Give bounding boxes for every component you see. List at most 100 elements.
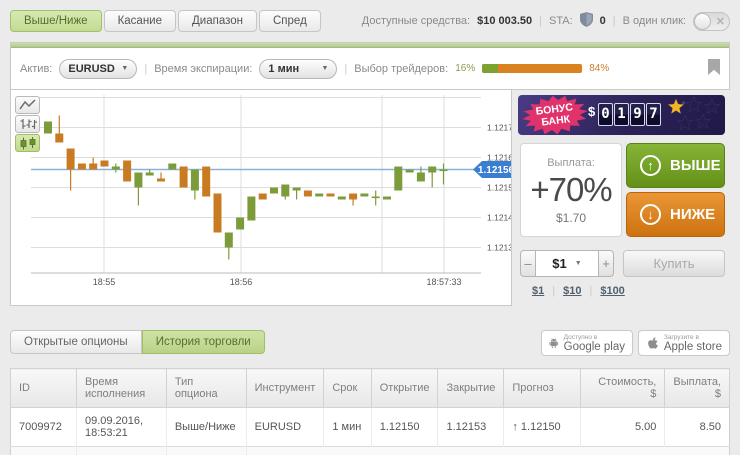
candlestick-chart: 18:5518:5618:57:331.121701.121601.121501… (31, 95, 518, 287)
column-header: Инструмент (245, 368, 325, 408)
candlestick (145, 172, 154, 176)
candlestick (123, 160, 132, 182)
chart-type-bars-button[interactable] (15, 115, 40, 133)
quick-amount-100[interactable]: $100 (600, 285, 624, 297)
trade-column: БОНУС БАНК $ 0197 Выплата: +70% $1.70 ↑ … (518, 90, 727, 310)
time-axis-label: 18:56 (230, 277, 253, 287)
table-cell: 14975550 (10, 446, 77, 455)
table-cell: 09.09.2016, 18:38:23 (76, 446, 167, 455)
candlestick (292, 187, 301, 191)
candlestick (157, 178, 165, 182)
candlestick (383, 196, 391, 200)
bonus-counter: 0197 (598, 103, 661, 126)
asset-value: EURUSD (68, 62, 115, 75)
asset-select[interactable]: EURUSD ▼ (59, 58, 138, 79)
chart-type-candles-button[interactable] (15, 134, 40, 152)
expiry-label: Время экспирации: (154, 62, 253, 75)
candlestick (247, 196, 256, 221)
traders-low-pct: 16% (455, 63, 476, 74)
traders-choice-label: Выбор трейдеров: (354, 62, 449, 75)
divider: | (612, 15, 616, 27)
column-header: Выплата, $ (664, 368, 730, 408)
lower-button-label: НИЖЕ (670, 206, 716, 223)
price-axis-label: 1.12140 (487, 213, 511, 223)
bonus-bank-banner[interactable]: БОНУС БАНК $ 0197 (518, 95, 725, 135)
time-axis-label: 18:55 (93, 277, 116, 287)
candlestick (202, 166, 211, 197)
candlestick (55, 133, 64, 143)
candlestick (281, 184, 290, 197)
table-row: 1497555009.09.2016, 18:38:23Пополнение 10… (10, 446, 730, 455)
candlestick (439, 169, 448, 172)
google-play-button[interactable]: Доступно в Google play (541, 330, 633, 356)
chart-type-line-button[interactable] (15, 96, 40, 114)
table-cell: Выше/Ниже (166, 407, 247, 447)
candlestick (89, 163, 98, 170)
toolbar-panel: Актив: EURUSD ▼ | Время экспирации: 1 ми… (10, 42, 730, 90)
lower-button[interactable]: ↓ НИЖЕ (626, 192, 725, 237)
toolbar-row: Актив: EURUSD ▼ | Время экспирации: 1 ми… (11, 48, 729, 89)
table-cell: 8.50 (664, 407, 730, 447)
bookmark-icon[interactable] (708, 59, 720, 78)
table-cell: Пополнение (166, 446, 247, 455)
candlestick-chart-icon (20, 136, 35, 149)
history-tabs-row: Открытые опционы История торговли Доступ… (10, 330, 730, 358)
divider: | (552, 285, 556, 297)
quick-amount-1[interactable]: $1 (532, 285, 544, 297)
amount-select[interactable]: $1 ▼ (536, 250, 598, 277)
top-bar: Выше/Ниже Касание Диапазон Спред Доступн… (0, 0, 740, 42)
one-click-toggle[interactable]: ✕ (693, 11, 730, 31)
amount-increase-button[interactable]: + (598, 250, 614, 277)
buy-button[interactable]: Купить (623, 250, 725, 277)
table-cell: 10 000.00 (664, 446, 730, 455)
candlestick (371, 196, 380, 199)
divider: | (144, 62, 148, 75)
table-cell (371, 446, 438, 455)
traders-bar-low-segment (482, 64, 499, 73)
higher-button-label: ВЫШЕ (670, 157, 721, 174)
expiry-select[interactable]: 1 мин ▼ (259, 58, 338, 79)
bonus-burst-icon: БОНУС БАНК (522, 95, 588, 135)
balance-value: $10 003.50 (477, 15, 533, 27)
payout-amount: $1.70 (555, 211, 587, 225)
candlestick (190, 169, 199, 191)
bonus-digit: 0 (598, 103, 613, 126)
table-row: 7009972 09.09.2016, 18:53:21 Выше/Ниже EURU… (10, 407, 730, 447)
store-tagline: Загрузите в (663, 333, 699, 341)
apple-icon (648, 336, 658, 349)
candlestick (77, 163, 86, 170)
candlestick (224, 232, 233, 248)
apple-store-button[interactable]: Загрузите в Apple store (638, 330, 730, 356)
quick-amount-10[interactable]: $10 (563, 285, 581, 297)
bonus-currency: $ (588, 104, 596, 119)
candlestick (303, 190, 312, 197)
amount-row: – $1 ▼ + Купить (520, 250, 725, 277)
tab-range[interactable]: Диапазон (178, 10, 257, 32)
tab-higher-lower[interactable]: Выше/Ниже (10, 10, 102, 32)
candlestick (428, 166, 437, 173)
candlestick (405, 169, 414, 173)
tab-spread[interactable]: Спред (259, 10, 321, 32)
amount-decrease-button[interactable]: – (520, 250, 536, 277)
bonus-digit: 1 (614, 103, 629, 126)
candlestick (349, 193, 358, 200)
empty-star-icon (676, 114, 694, 131)
amount-value: $1 (552, 256, 567, 271)
price-axis-label: 1.12130 (487, 243, 511, 253)
candlestick (168, 163, 177, 170)
balance-label: Доступные средства: (361, 15, 471, 27)
empty-star-icon (685, 96, 703, 113)
candlestick (134, 172, 143, 188)
store-tagline: Доступно в (563, 333, 598, 341)
tab-open-options[interactable]: Открытые опционы (10, 330, 142, 354)
traders-high-pct: 84% (589, 63, 610, 74)
line-chart-icon (18, 99, 36, 110)
tab-trading-history[interactable]: История торговли (141, 330, 265, 354)
higher-button[interactable]: ↑ ВЫШЕ (626, 143, 725, 188)
candlestick (179, 166, 188, 188)
table-cell (503, 446, 581, 455)
toggle-knob (694, 12, 711, 30)
divider: | (344, 62, 348, 75)
tab-touch[interactable]: Касание (103, 10, 176, 32)
table-header-row: ID Время исполнения Тип опциона Инструмент С… (10, 368, 730, 408)
